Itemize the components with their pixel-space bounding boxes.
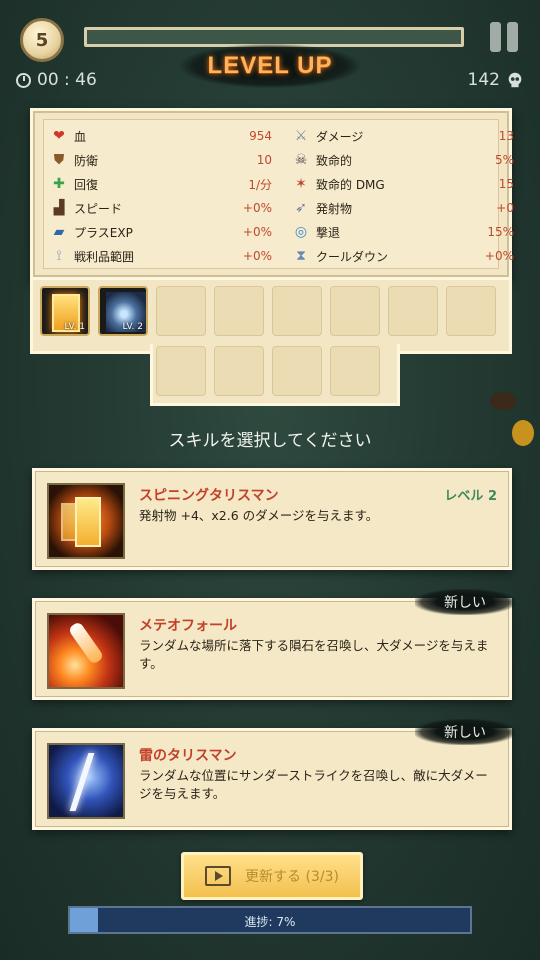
stat-value: +0% <box>242 249 272 263</box>
book-icon: ▰ <box>53 224 65 240</box>
cooldown-icon: ⧗ <box>296 248 306 264</box>
projectile-icon: ➶ <box>295 200 307 216</box>
stat-value: 15 <box>498 177 514 191</box>
magnet-icon: ⟟ <box>56 248 62 264</box>
progress-label: 進捗: 7% <box>244 915 296 929</box>
stat-value: 954 <box>249 129 272 143</box>
skill-option-spinning-talisman[interactable]: スピニングタリスマン レベル 2 発射物 +4、x2.6 のダメージを与えます。 <box>32 468 512 570</box>
skill-name: 雷のタリスマン <box>139 748 237 764</box>
skill-option-thunder-talisman[interactable]: 雷のタリスマン ランダムな位置にサンダーストライクを召喚し、敵に大ダメージを与え… <box>32 719 515 830</box>
empty-skill-slot <box>156 286 206 336</box>
skill-slot-1[interactable]: LV. 1 <box>40 286 90 336</box>
empty-skill-slot <box>156 346 206 396</box>
enemy-bee-icon <box>490 392 516 410</box>
stats-left-column: ❤ 血 954 ⛊ 防衛 10 ✚ 回復 1/分 ▟ スピード +0% ▰ プラスEXP +0% ⟟ 戦利品範囲… <box>50 124 272 268</box>
stat-row: ⚔ ダメージ 13 <box>292 124 514 148</box>
empty-skill-slot <box>330 346 380 396</box>
pause-icon <box>490 22 501 52</box>
shield-icon: ⛊ <box>53 152 65 168</box>
stats-right-column: ⚔ ダメージ 13 ☠ 致命的 5% ✶ 致命的 DMG 15 ➶ 発射物 +0 ◎ 撃退 15% ⧗ クールダ… <box>292 124 514 268</box>
skill-level-tag: レベル 2 <box>444 489 497 504</box>
survival-timer: 00 : 46 <box>16 70 97 90</box>
new-badge: 新しい <box>415 589 515 615</box>
level-up-banner: LEVEL UP <box>180 44 360 88</box>
stat-label: 血 <box>74 129 87 144</box>
sword-icon: ⚔ <box>294 128 308 144</box>
stat-row: ✚ 回復 1/分 <box>50 172 272 196</box>
stat-label: プラスEXP <box>74 225 133 240</box>
skill-option-meteor-fall[interactable]: メテオフォール ランダムな場所に落下する隕石を召喚し、大ダメージを与えます。 新… <box>32 589 515 700</box>
stat-value: 1/分 <box>248 177 272 192</box>
stat-value: 10 <box>256 153 272 167</box>
stat-label: ダメージ <box>316 129 364 144</box>
heart-icon: ❤ <box>53 128 65 144</box>
skill-name: スピニングタリスマン <box>139 488 279 504</box>
clock-icon <box>16 72 31 88</box>
stat-row: ◎ 撃退 15% <box>292 220 514 244</box>
spinning-talisman-icon <box>47 483 125 559</box>
select-skill-prompt: スキルを選択してください <box>168 431 372 451</box>
crit-skull-icon: ☠ <box>294 152 308 168</box>
stat-row: ➶ 発射物 +0 <box>292 196 514 220</box>
video-ad-icon <box>205 866 232 886</box>
empty-skill-slot <box>446 286 496 336</box>
stat-row: ⧗ クールダウン +0% <box>292 244 514 268</box>
skill-slot-2[interactable]: LV. 2 <box>98 286 148 336</box>
stat-value: 5% <box>494 153 514 167</box>
stat-value: +0% <box>242 201 272 215</box>
stat-value: +0% <box>242 225 272 239</box>
knockback-icon: ◎ <box>294 224 308 240</box>
timer-value: 00 : 46 <box>37 70 97 90</box>
empty-skill-slot <box>388 286 438 336</box>
kill-count: 142 <box>467 70 500 90</box>
stat-label: スピード <box>74 201 123 216</box>
stat-label: 回復 <box>74 177 99 192</box>
skill-name: メテオフォール <box>139 618 237 634</box>
skill-description: ランダムな位置にサンダーストライクを召喚し、敵に大ダメージを与えます。 <box>139 768 488 801</box>
refresh-button[interactable]: 更新する (3/3) <box>181 852 363 900</box>
stat-value: 15% <box>487 225 514 239</box>
pause-button[interactable] <box>486 22 522 52</box>
stat-value: 13 <box>498 129 514 143</box>
stat-label: 防衛 <box>74 153 99 168</box>
kill-counter: 142 <box>468 70 524 90</box>
player-level-badge: 5 <box>20 18 64 62</box>
stat-row: ✶ 致命的 DMG 15 <box>292 172 514 196</box>
stat-label: 致命的 DMG <box>316 177 385 192</box>
skill-description: ランダムな場所に落下する隕石を召喚し、大ダメージを与えます。 <box>139 638 489 671</box>
empty-skill-slot <box>272 346 322 396</box>
stat-label: 致命的 <box>316 153 353 168</box>
crit-damage-icon: ✶ <box>295 176 307 192</box>
stat-row: ▟ スピード +0% <box>50 196 272 220</box>
new-badge: 新しい <box>415 719 515 745</box>
refresh-label: 更新する (3/3) <box>245 869 339 885</box>
empty-skill-slot <box>214 346 264 396</box>
stat-row: ▰ プラスEXP +0% <box>50 220 272 244</box>
empty-skill-slot <box>214 286 264 336</box>
stat-value: +0 <box>496 201 514 215</box>
boot-icon: ▟ <box>53 200 65 216</box>
stat-row: ☠ 致命的 5% <box>292 148 514 172</box>
stat-label: 撃退 <box>316 225 341 240</box>
skull-icon <box>508 72 522 88</box>
meteor-icon <box>47 613 125 689</box>
stat-row: ⛊ 防衛 10 <box>50 148 272 172</box>
page-title: LEVEL UP <box>207 52 333 79</box>
stat-row: ⟟ 戦利品範囲 +0% <box>50 244 272 268</box>
empty-skill-slot <box>330 286 380 336</box>
player-level: 5 <box>35 29 49 51</box>
stat-value: +0% <box>484 249 514 263</box>
skill-description: 発射物 +4、x2.6 のダメージを与えます。 <box>139 508 379 523</box>
thunder-talisman-icon <box>47 743 125 819</box>
empty-skill-slot <box>272 286 322 336</box>
progress-bar: 進捗: 7% <box>68 906 472 934</box>
stat-label: クールダウン <box>316 249 389 264</box>
heal-cross-icon: ✚ <box>53 176 65 192</box>
stat-label: 発射物 <box>316 201 353 216</box>
stat-label: 戦利品範囲 <box>74 249 135 264</box>
stat-row: ❤ 血 954 <box>50 124 272 148</box>
